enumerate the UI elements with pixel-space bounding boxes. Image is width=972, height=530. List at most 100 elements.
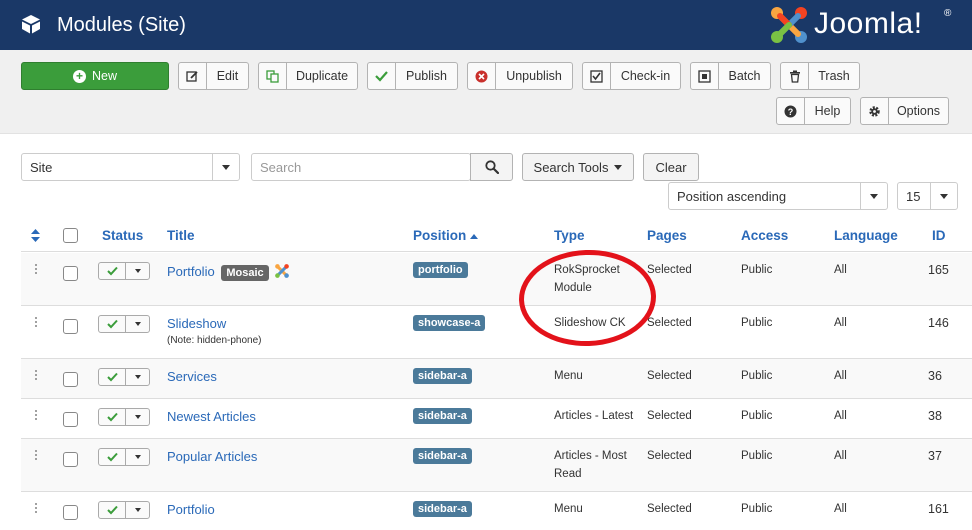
select-all-checkbox[interactable]: [63, 228, 78, 243]
column-position[interactable]: Position: [413, 228, 479, 243]
search-field[interactable]: [251, 153, 471, 181]
row-title-link[interactable]: Portfolio: [167, 264, 215, 279]
column-type[interactable]: Type: [554, 228, 585, 243]
edit-label: Edit: [216, 69, 239, 83]
module-type: Articles - Latest: [554, 410, 634, 422]
chevron-down-icon[interactable]: [126, 316, 149, 332]
clear-label: Clear: [655, 159, 687, 175]
toolbar: + New Edit Duplicate Publish Unpublish C…: [0, 50, 972, 134]
position-badge[interactable]: showcase-a: [413, 314, 486, 332]
column-title[interactable]: Title: [167, 228, 195, 243]
drag-handle-icon[interactable]: [34, 502, 38, 514]
module-type: Menu: [554, 503, 583, 515]
row-title-link[interactable]: Newest Articles: [167, 409, 256, 424]
chevron-down-icon[interactable]: [126, 263, 149, 279]
drag-handle-icon[interactable]: [34, 409, 38, 421]
pages-value: Selected: [647, 450, 692, 462]
chevron-down-icon[interactable]: [126, 369, 149, 385]
clear-button[interactable]: Clear: [643, 153, 699, 181]
row-checkbox[interactable]: [63, 372, 78, 387]
limit-select[interactable]: 15: [897, 182, 958, 210]
row-checkbox[interactable]: [63, 266, 78, 281]
ordering-select[interactable]: Position ascending: [668, 182, 888, 210]
drag-handle-icon[interactable]: [34, 369, 38, 381]
status-toggle[interactable]: [98, 501, 150, 519]
check-icon[interactable]: [99, 263, 126, 279]
plus-circle-icon: +: [72, 69, 86, 83]
checkin-label: Check-in: [620, 69, 671, 83]
chevron-down-icon: [212, 154, 239, 180]
search-button[interactable]: [470, 153, 513, 181]
column-pages[interactable]: Pages: [647, 228, 687, 243]
search-tools-button[interactable]: Search Tools: [522, 153, 634, 181]
row-title-link[interactable]: Services: [167, 369, 217, 384]
column-language[interactable]: Language: [834, 228, 898, 243]
header-bar: Modules (Site) Joomla! ®: [0, 0, 972, 50]
chevron-down-icon[interactable]: [126, 409, 149, 425]
sort-icon[interactable]: [31, 229, 40, 242]
help-button[interactable]: ? Help: [776, 97, 851, 125]
publish-button[interactable]: Publish: [367, 62, 458, 90]
module-type-line: Articles - Most: [554, 450, 627, 462]
access-value: Public: [741, 317, 773, 329]
row-title-link[interactable]: Slideshow: [167, 316, 226, 331]
status-toggle[interactable]: [98, 262, 150, 280]
row-title-link[interactable]: Popular Articles: [167, 449, 257, 464]
edit-icon: [179, 63, 207, 89]
check-icon[interactable]: [99, 409, 126, 425]
registered-mark: ®: [944, 8, 952, 19]
check-icon[interactable]: [99, 502, 126, 518]
chevron-down-icon[interactable]: [126, 502, 149, 518]
check-icon[interactable]: [99, 316, 126, 332]
position-tag: sidebar-a: [413, 408, 472, 424]
access-value: Public: [741, 450, 773, 462]
search-icon: [484, 160, 499, 174]
table-row: Portfolio Mosaic portfolio RokSprocket Mo…: [21, 253, 972, 306]
status-toggle[interactable]: [98, 368, 150, 386]
column-access[interactable]: Access: [741, 228, 788, 243]
chevron-down-icon[interactable]: [126, 449, 149, 465]
column-id[interactable]: ID: [932, 228, 946, 243]
status-toggle[interactable]: [98, 448, 150, 466]
position-badge[interactable]: sidebar-a: [413, 500, 472, 518]
row-note: (Note: hidden-phone): [167, 335, 262, 346]
unpublish-button[interactable]: Unpublish: [467, 62, 573, 90]
position-badge[interactable]: sidebar-a: [413, 367, 472, 385]
row-checkbox[interactable]: [63, 319, 78, 334]
duplicate-button[interactable]: Duplicate: [258, 62, 358, 90]
row-title-link[interactable]: Portfolio: [167, 502, 215, 517]
options-button[interactable]: Options: [860, 97, 949, 125]
check-icon[interactable]: [99, 369, 126, 385]
chevron-down-icon: [930, 183, 957, 209]
id-value: 38: [928, 409, 942, 423]
copy-icon: [259, 63, 287, 89]
position-tag: portfolio: [413, 262, 468, 278]
column-status[interactable]: Status: [102, 228, 143, 243]
drag-handle-icon[interactable]: [34, 263, 38, 275]
checkin-button[interactable]: Check-in: [582, 62, 681, 90]
trash-button[interactable]: Trash: [780, 62, 860, 90]
position-badge[interactable]: sidebar-a: [413, 407, 472, 425]
pages-value: Selected: [647, 410, 692, 422]
drag-handle-icon[interactable]: [34, 449, 38, 461]
position-badge[interactable]: sidebar-a: [413, 447, 472, 465]
row-checkbox[interactable]: [63, 505, 78, 520]
client-select[interactable]: Site: [21, 153, 240, 181]
batch-label: Batch: [728, 69, 761, 83]
position-badge[interactable]: portfolio: [413, 261, 468, 279]
row-checkbox[interactable]: [63, 412, 78, 427]
new-button[interactable]: + New: [21, 62, 169, 90]
check-icon: [368, 63, 396, 89]
drag-handle-icon[interactable]: [34, 316, 38, 328]
position-tag: sidebar-a: [413, 448, 472, 464]
batch-button[interactable]: Batch: [690, 62, 771, 90]
joomla-logo-icon: [771, 7, 807, 43]
check-icon[interactable]: [99, 449, 126, 465]
row-checkbox[interactable]: [63, 452, 78, 467]
row-title[interactable]: Portfolio Mosaic: [167, 263, 290, 281]
batch-icon: [691, 63, 719, 89]
status-toggle[interactable]: [98, 315, 150, 333]
edit-button[interactable]: Edit: [178, 62, 249, 90]
status-toggle[interactable]: [98, 408, 150, 426]
search-input[interactable]: [252, 154, 470, 180]
